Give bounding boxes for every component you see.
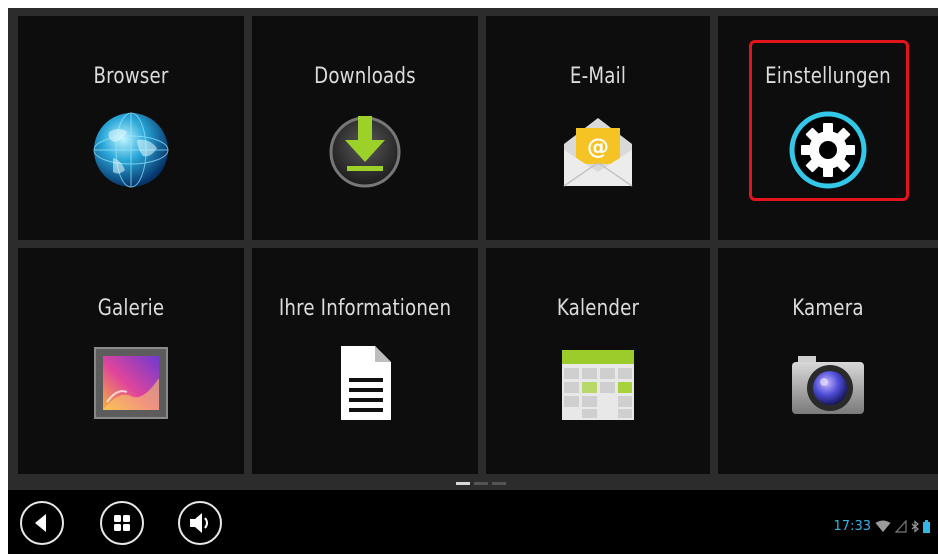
page-dot xyxy=(456,482,470,485)
volume-icon xyxy=(190,513,208,533)
page-dot xyxy=(474,482,488,485)
status-bar: 17:33 xyxy=(834,518,930,534)
apps-button[interactable] xyxy=(100,501,144,545)
app-label: Ihre Informationen xyxy=(278,296,452,321)
status-time: 17:33 xyxy=(833,518,871,534)
app-label: E-Mail xyxy=(569,64,627,89)
app-tile-calendar[interactable]: Kalender xyxy=(486,248,710,474)
page-indicator xyxy=(456,482,516,486)
apps-grid-icon xyxy=(114,515,130,531)
svg-text:@: @ xyxy=(587,135,609,160)
download-icon xyxy=(325,110,405,190)
battery-icon xyxy=(923,519,930,533)
navigation-bar: 17:33 xyxy=(8,490,938,554)
gallery-picture-icon xyxy=(91,342,171,422)
app-label: Kamera xyxy=(792,296,864,321)
app-tile-email[interactable]: E-Mail @ xyxy=(486,16,710,240)
app-label: Einstellungen xyxy=(765,64,891,89)
back-icon xyxy=(35,514,46,532)
app-tile-your-information[interactable]: Ihre Informationen xyxy=(252,248,478,474)
email-envelope-icon: @ xyxy=(558,110,638,190)
app-tile-browser[interactable]: Browser xyxy=(18,16,244,240)
back-button[interactable] xyxy=(20,501,64,545)
tablet-screen: Browser Downloads E-Mail @ Einstellungen… xyxy=(8,8,938,554)
app-label: Browser xyxy=(93,64,169,89)
app-tile-settings[interactable]: Einstellungen xyxy=(718,16,938,240)
page-dot xyxy=(492,482,506,485)
camera-icon xyxy=(788,342,868,422)
app-grid: Browser Downloads E-Mail @ Einstellungen… xyxy=(8,8,938,474)
app-label: Galerie xyxy=(97,296,165,321)
bluetooth-icon xyxy=(911,519,919,533)
document-icon xyxy=(325,342,405,422)
app-tile-downloads[interactable]: Downloads xyxy=(252,16,478,240)
signal-icon xyxy=(895,519,907,533)
settings-gear-icon xyxy=(788,110,868,190)
volume-button[interactable] xyxy=(178,501,222,545)
app-label: Downloads xyxy=(314,64,416,89)
app-tile-gallery[interactable]: Galerie xyxy=(18,248,244,474)
calendar-icon xyxy=(558,342,638,422)
globe-icon xyxy=(91,110,171,190)
app-label: Kalender xyxy=(556,296,640,321)
app-tile-camera[interactable]: Kamera xyxy=(718,248,938,474)
wifi-icon xyxy=(875,520,891,532)
